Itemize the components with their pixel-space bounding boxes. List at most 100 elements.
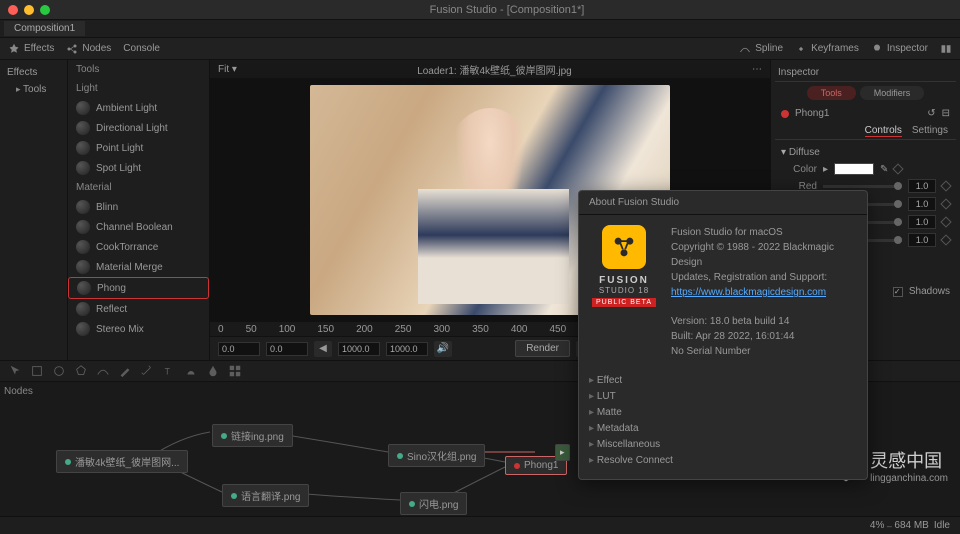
keyframe-icon[interactable] — [893, 163, 904, 174]
sphere-icon — [76, 200, 90, 214]
shadows-label: Shadows — [909, 286, 950, 297]
keyframe-icon[interactable] — [940, 198, 951, 209]
tool-directional-light[interactable]: Directional Light — [68, 118, 209, 138]
fit-dropdown[interactable]: Fit ▾ — [218, 64, 237, 75]
about-item[interactable]: Miscellaneous — [589, 437, 857, 453]
node-output[interactable]: ▸ — [555, 444, 570, 461]
end-frame-input[interactable] — [338, 342, 380, 356]
polygon-icon[interactable] — [74, 364, 88, 378]
about-item[interactable]: Metadata — [589, 421, 857, 437]
spline-toggle[interactable]: Spline — [739, 43, 783, 55]
node-link[interactable]: 链接ing.png — [212, 424, 293, 447]
tool-channel-boolean[interactable]: Channel Boolean — [68, 217, 209, 237]
keyframe-icon[interactable] — [940, 180, 951, 191]
inspector-toggle[interactable]: Inspector — [871, 43, 928, 55]
about-item[interactable]: Matte — [589, 405, 857, 421]
start-frame-input[interactable] — [218, 342, 260, 356]
tab-composition[interactable]: Composition1 — [4, 21, 85, 36]
main-toolbar: Effects Nodes Console Spline Keyframes I… — [0, 38, 960, 60]
ellipse-icon[interactable] — [52, 364, 66, 378]
effects-toggle[interactable]: Effects — [8, 43, 54, 55]
support-link[interactable]: https://www.blackmagicdesign.com — [671, 287, 826, 298]
red-value[interactable]: 1.0 — [908, 179, 936, 193]
bspline-icon[interactable] — [96, 364, 110, 378]
shadows-checkbox[interactable] — [893, 287, 903, 297]
node-sino[interactable]: Sino汉化组.png — [388, 444, 485, 467]
effects-panel: Effects ▸ Tools — [0, 60, 68, 360]
status-state: Idle — [934, 520, 950, 531]
effects-tools-item[interactable]: ▸ Tools — [4, 81, 63, 98]
tool-spot-light[interactable]: Spot Light — [68, 158, 209, 178]
paint-icon[interactable] — [184, 364, 198, 378]
total-frame-input[interactable] — [386, 342, 428, 356]
diffuse-section[interactable]: ▾ Diffuse — [781, 144, 950, 161]
green-value[interactable]: 1.0 — [908, 197, 936, 211]
red-slider[interactable] — [823, 185, 902, 188]
viewer-title: Loader1: 潘敏4k壁纸_彼岸图网.jpg — [245, 62, 744, 77]
current-frame-input[interactable] — [266, 342, 308, 356]
titlebar: Fusion Studio - [Composition1*] — [0, 0, 960, 20]
subtab-controls[interactable]: Controls — [865, 125, 902, 137]
status-pct: 4% — [870, 520, 884, 531]
dual-view-icon[interactable] — [940, 43, 952, 55]
pin-icon[interactable]: ⊟ — [942, 108, 950, 119]
about-item[interactable]: Resolve Connect — [589, 453, 857, 469]
reset-icon[interactable]: ↺ — [927, 108, 935, 119]
keyframes-toggle[interactable]: Keyframes — [795, 43, 859, 55]
text-icon[interactable]: T — [162, 364, 176, 378]
light-category: Light — [68, 79, 209, 98]
minimize-icon[interactable] — [24, 5, 34, 15]
svg-text:T: T — [165, 367, 171, 377]
wand-icon[interactable] — [140, 364, 154, 378]
tool-reflect[interactable]: Reflect — [68, 299, 209, 319]
pointer-icon[interactable] — [8, 364, 22, 378]
tool-material-merge[interactable]: Material Merge — [68, 257, 209, 277]
node-loader[interactable]: 潘敏4k壁纸_彼岸图网... — [56, 450, 188, 473]
effects-header: Effects — [4, 64, 63, 81]
rect-icon[interactable] — [30, 364, 44, 378]
subtab-settings[interactable]: Settings — [912, 125, 948, 137]
keyframe-icon[interactable] — [940, 234, 951, 245]
status-mem: 684 MB — [894, 520, 928, 531]
tool-point-light[interactable]: Point Light — [68, 138, 209, 158]
prev-range-icon[interactable]: ◀ — [314, 341, 332, 357]
window-controls — [8, 5, 50, 15]
render-button[interactable]: Render — [515, 340, 570, 357]
sphere-icon — [76, 260, 90, 274]
tool-blinn[interactable]: Blinn — [68, 197, 209, 217]
tools-category: Tools — [68, 60, 209, 79]
blue-value[interactable]: 1.0 — [908, 215, 936, 229]
about-item[interactable]: Effect — [589, 373, 857, 389]
console-toggle[interactable]: Console — [123, 43, 160, 54]
maximize-icon[interactable] — [40, 5, 50, 15]
nodes-toggle[interactable]: Nodes — [66, 43, 111, 55]
material-category: Material — [68, 178, 209, 197]
node-translate[interactable]: 语言翻译.png — [222, 484, 309, 507]
sphere-icon — [76, 220, 90, 234]
drop-icon[interactable] — [206, 364, 220, 378]
tool-cooktorrance[interactable]: CookTorrance — [68, 237, 209, 257]
sphere-icon — [76, 161, 90, 175]
eyedropper-icon[interactable]: ✎ — [880, 164, 888, 175]
sphere-icon — [76, 302, 90, 316]
product-version: STUDIO 18 — [589, 286, 659, 295]
tool-ambient-light[interactable]: Ambient Light — [68, 98, 209, 118]
alpha-value[interactable]: 1.0 — [908, 233, 936, 247]
close-icon[interactable] — [8, 5, 18, 15]
tool-phong[interactable]: Phong — [68, 277, 209, 299]
grid-icon[interactable] — [228, 364, 242, 378]
node-lightning[interactable]: 闪电.png — [400, 492, 467, 515]
audio-icon[interactable]: 🔊 — [434, 341, 452, 357]
about-plugin-list: Effect LUT Matte Metadata Miscellaneous … — [579, 369, 867, 479]
tab-modifiers[interactable]: Modifiers — [860, 86, 925, 100]
keyframe-icon[interactable] — [940, 216, 951, 227]
product-name: FUSION — [589, 275, 659, 286]
sphere-icon — [76, 141, 90, 155]
viewer-menu-icon[interactable]: ⋯ — [752, 64, 762, 75]
tab-tools[interactable]: Tools — [807, 86, 856, 100]
tool-stereo-mix[interactable]: Stereo Mix — [68, 319, 209, 339]
nodes-header: Nodes — [4, 386, 33, 397]
pen-icon[interactable] — [118, 364, 132, 378]
color-swatch[interactable] — [834, 163, 874, 175]
about-item[interactable]: LUT — [589, 389, 857, 405]
